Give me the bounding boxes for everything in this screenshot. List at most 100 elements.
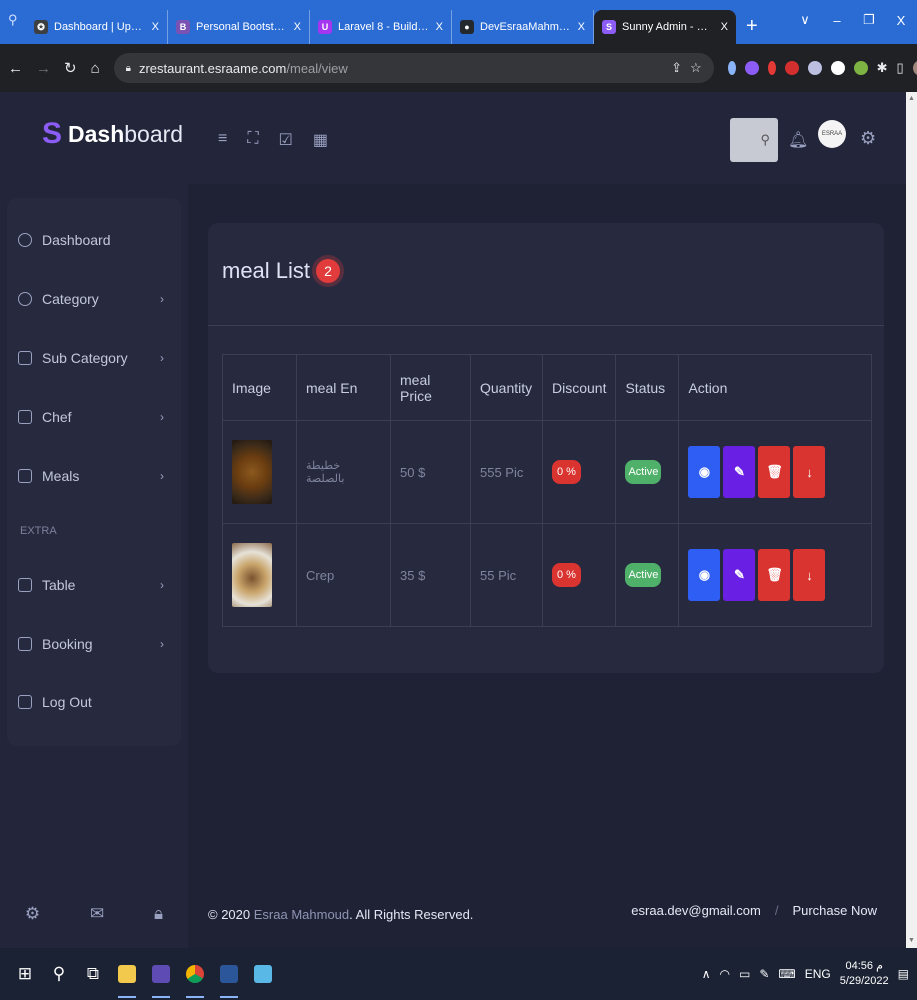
eye-icon: ◉ (698, 464, 711, 479)
extension-icon[interactable] (853, 61, 868, 75)
side-panel-icon[interactable]: ▯ (897, 60, 904, 76)
chevron-up-icon[interactable]: ∧ (702, 967, 711, 981)
header-toolbar: ≡ ⛶ ☑ ▦ (218, 130, 328, 150)
windows-start-icon[interactable]: ⊞ (8, 948, 42, 1000)
sidebar-item-dashboard[interactable]: Dashboard (18, 230, 164, 250)
menu-toggle-icon[interactable]: ≡ (218, 130, 227, 150)
view-button[interactable]: ◉ (688, 446, 721, 498)
lock-icon[interactable]: 🔒︎ (154, 904, 163, 924)
sidebar-item-booking[interactable]: Booking › (18, 634, 164, 654)
column-header[interactable]: Image (222, 354, 297, 421)
extension-icon[interactable] (807, 61, 822, 75)
extension-icon[interactable] (744, 61, 759, 75)
pen-icon[interactable]: ✎ (759, 967, 769, 981)
sidebar-item-category[interactable]: Category › (18, 289, 164, 309)
extension-icon[interactable] (727, 61, 736, 75)
close-window-button[interactable]: X (885, 13, 917, 28)
edit-button[interactable]: ✎ (723, 549, 756, 601)
sidebar-item-table[interactable]: Table › (18, 575, 164, 595)
mail-icon[interactable]: ✉ (90, 904, 104, 924)
home-icon[interactable]: ⌂ (91, 60, 100, 77)
settings-gear-icon[interactable]: ⚙ (25, 904, 40, 924)
forward-icon[interactable]: → (36, 60, 51, 77)
delete-button[interactable]: 🗑︎ (758, 446, 791, 498)
tab-title: DevEsraaMahmoud/Ecomm (480, 21, 572, 33)
clock[interactable]: 04:56 م 5/29/2022 (840, 959, 889, 989)
profile-avatar[interactable] (912, 60, 917, 76)
reload-icon[interactable]: ↻ (64, 59, 77, 77)
delete-button[interactable]: 🗑︎ (758, 549, 791, 601)
minimize-button[interactable]: – (821, 13, 853, 28)
browser-tab[interactable]: ✪ Dashboard | Upcube - Adm X (26, 10, 168, 44)
tab-close-icon[interactable]: X (721, 21, 728, 33)
taskbar: ⊞ ⚲ ⧉ ∧ ◠ ▭ ✎ ⌨ ENG 04:56 م 5/29/2022 ▤ (0, 948, 917, 1000)
sidebar-item-label: Chef (42, 409, 72, 425)
column-header[interactable]: Quantity (470, 354, 543, 421)
battery-icon[interactable]: ▭ (739, 967, 750, 981)
sidebar-item-meals[interactable]: Meals › (18, 466, 164, 486)
vertical-scrollbar[interactable]: ▲ ▼ (906, 92, 917, 948)
move-down-button[interactable]: ↓ (793, 446, 826, 498)
browser-tab[interactable]: U Laravel 8 - Build Advance E X (310, 10, 452, 44)
task-view-icon[interactable]: ⧉ (76, 948, 110, 1000)
column-header[interactable]: Status (615, 354, 680, 421)
notifications-icon[interactable]: ▤ (898, 967, 909, 981)
meal-image (232, 543, 272, 607)
share-icon[interactable]: ⇪ (671, 60, 682, 76)
extension-icon[interactable] (830, 61, 845, 75)
back-icon[interactable]: ← (8, 60, 23, 77)
new-tab-button[interactable]: + (736, 10, 768, 44)
email-link[interactable]: esraa.dev@gmail.com (631, 903, 761, 918)
pinned-tab-icon[interactable]: ⚲ (8, 12, 22, 30)
tab-close-icon[interactable]: X (578, 21, 585, 33)
tab-search-button[interactable]: ∨ (789, 12, 821, 28)
view-button[interactable]: ◉ (688, 549, 721, 601)
tasks-icon[interactable]: ☑ (279, 130, 293, 150)
chrome-icon[interactable] (178, 948, 212, 1000)
bookmark-star-icon[interactable]: ☆ (690, 60, 702, 76)
url-input[interactable]: 🔒︎ zrestaurant.esraame.com/meal/view ⇪ ☆ (113, 53, 714, 83)
tab-close-icon[interactable]: X (152, 21, 159, 33)
scroll-down-icon[interactable]: ▼ (906, 934, 917, 948)
discount-badge: 0 % (552, 563, 581, 587)
lock-icon[interactable]: 🔒︎ (126, 63, 131, 74)
extension-icon[interactable] (767, 61, 776, 75)
browser-tab-active[interactable]: S Sunny Admin - Dashboard X (594, 10, 736, 44)
column-header[interactable]: Discount (541, 354, 617, 421)
search-button[interactable]: ⚲ (730, 118, 778, 162)
adblock-icon[interactable] (784, 61, 799, 75)
edit-button[interactable]: ✎ (723, 446, 756, 498)
author-link[interactable]: Esraa Mahmoud (254, 907, 349, 922)
sidebar-item-chef[interactable]: Chef › (18, 407, 164, 427)
sidebar-item-logout[interactable]: Log Out (18, 692, 164, 712)
tab-close-icon[interactable]: X (294, 21, 301, 33)
browser-tab[interactable]: B Personal Bootstrap Templat X (168, 10, 310, 44)
file-explorer-icon[interactable] (110, 948, 144, 1000)
user-avatar[interactable]: ESRAA (818, 120, 846, 148)
extensions-puzzle-icon[interactable]: ✱ (877, 60, 888, 76)
wifi-icon[interactable]: ◠ (719, 967, 729, 981)
brand-logo[interactable]: S Dashboard (42, 119, 183, 149)
language-indicator[interactable]: ENG (805, 967, 831, 981)
scroll-up-icon[interactable]: ▲ (906, 92, 917, 106)
tab-close-icon[interactable]: X (436, 21, 443, 33)
file-icon (18, 469, 32, 483)
notifications-bell-icon[interactable]: 🔔︎ (788, 130, 808, 150)
column-header[interactable]: Action (678, 354, 872, 421)
browser-tab[interactable]: ● DevEsraaMahmoud/Ecomm X (452, 10, 594, 44)
column-header[interactable]: meal Price (390, 354, 471, 421)
calendar-icon[interactable]: ▦ (313, 130, 328, 150)
move-down-button[interactable]: ↓ (793, 549, 826, 601)
word-icon[interactable] (212, 948, 246, 1000)
column-header[interactable]: meal En (296, 354, 391, 421)
sidebar-item-sub-category[interactable]: Sub Category › (18, 348, 164, 368)
settings-gear-icon[interactable]: ⚙ (860, 128, 876, 149)
purchase-now-link[interactable]: Purchase Now (792, 903, 877, 918)
keyboard-icon[interactable]: ⌨ (778, 967, 795, 981)
search-icon[interactable]: ⚲ (42, 948, 76, 1000)
visual-studio-icon[interactable] (144, 948, 178, 1000)
fullscreen-icon[interactable]: ⛶ (247, 130, 258, 150)
separator: / (774, 903, 779, 918)
app-icon[interactable] (246, 948, 280, 1000)
restore-button[interactable]: ❐ (853, 12, 885, 28)
